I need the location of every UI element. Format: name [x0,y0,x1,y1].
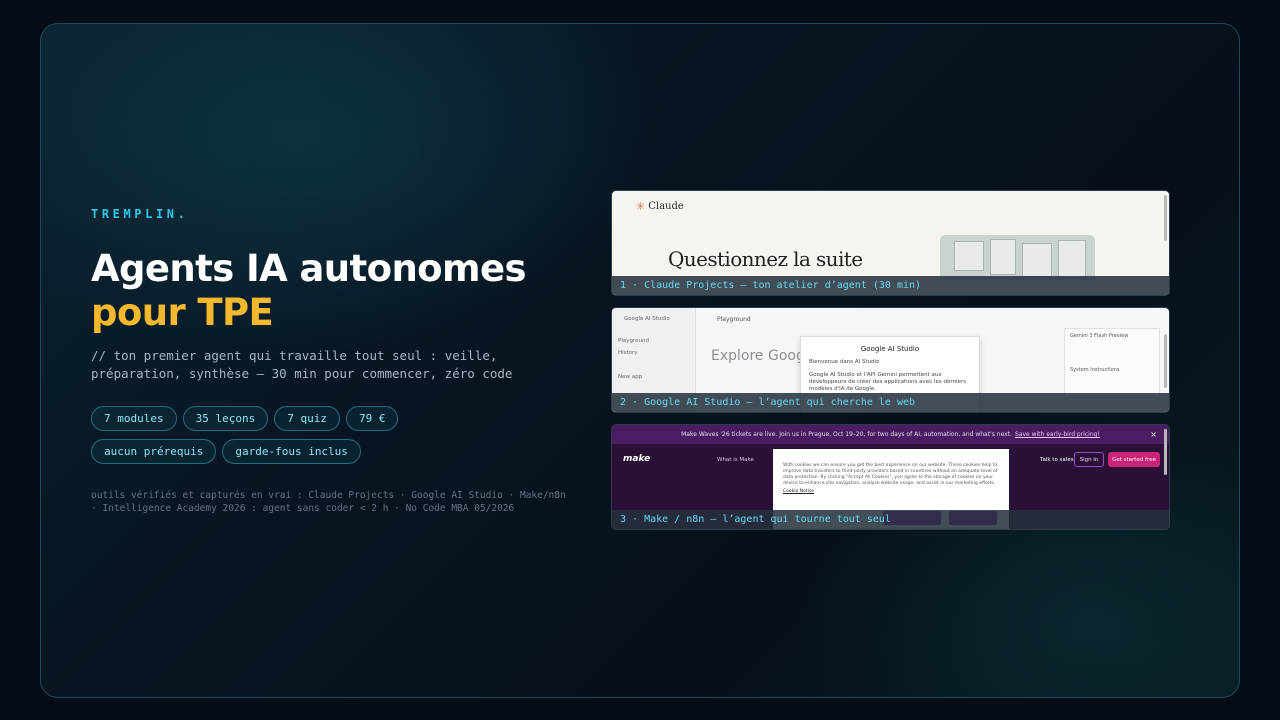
ai-studio-settings-panel: Gemini 3 Flash Preview System instructio… [1064,328,1160,398]
modal-greeting: Bienvenue dans AI Studio [809,359,880,365]
brand-eyebrow: TREMPLIN. [91,207,189,221]
nav-item: Playground [618,338,649,344]
chip-prerequisites: aucun prérequis [91,439,217,464]
cookie-text: With cookies we can ensure you get the b… [783,463,998,486]
make-nav: What is Make [717,457,754,463]
banner-link: Save with early-bird pricing! [1014,431,1100,438]
claude-headline: Questionnez la suite [668,247,863,271]
subtitle: // ton premier agent qui travaille tout … [91,348,513,381]
panel-item: Gemini 3 Flash Preview [1070,333,1129,339]
sources-note: outils vérifiés et capturés en vrai : Cl… [91,490,566,514]
chip-quiz: 7 quiz [274,406,340,431]
chip-guardrails: garde-fous inclus [222,439,361,464]
cookie-link: Cookie Notice [783,489,815,494]
nav-item: History [618,350,638,356]
modal-text: Google AI Studio et l'API Gemini permett… [809,372,967,392]
scrollbar [1164,334,1167,388]
card-caption: 1 · Claude Projects — ton atelier d’agen… [612,276,1169,295]
claude-star-icon: ✳ [636,200,646,213]
claude-logo-text: Claude [648,201,684,212]
make-talk-to-sales: Talk to sales [1040,457,1074,463]
ai-studio-title: Google AI Studio [624,316,670,322]
screenshot-card-make: Make Waves '26 tickets are live. Join us… [611,424,1170,530]
screenshot-card-claude: ✳ Claude Questionnez la suite 1 · Claude… [611,190,1170,296]
make-banner: Make Waves '26 tickets are live. Join us… [612,425,1169,444]
card-caption: 2 · Google AI Studio — l’agent qui cherc… [612,393,1169,412]
page-title: Agents IA autonomes pour TPE [91,247,591,335]
feature-chips: 7 modules 35 leçons 7 quiz 79 € aucun pr… [91,406,521,464]
make-get-started: Get started free [1108,452,1160,467]
claude-logo: ✳ Claude [636,200,684,213]
chip-price: 79 € [345,406,399,431]
panel-item: System instructions [1070,367,1120,373]
scrollbar [1164,429,1167,475]
scrollbar [1164,195,1167,241]
chip-lessons: 35 leçons [182,406,269,431]
close-icon: × [1150,430,1157,439]
title-line-2: pour TPE [91,291,274,334]
make-logo: make [623,454,651,464]
title-line-1: Agents IA autonomes [91,247,526,290]
card-caption: 3 · Make / n8n — l’agent qui tourne tout… [612,510,1169,529]
claude-hero-image [940,235,1095,280]
nav-item: New app [618,374,643,380]
chip-modules: 7 modules [91,406,177,431]
ai-studio-tab: Playground [717,316,751,323]
screenshot-card-ai-studio: Google AI Studio Playground History New … [611,307,1170,413]
make-sign-in: Sign in [1074,452,1104,467]
modal-title: Google AI Studio [860,345,920,353]
banner-text: Make Waves '26 tickets are live. Join us… [681,431,1012,438]
